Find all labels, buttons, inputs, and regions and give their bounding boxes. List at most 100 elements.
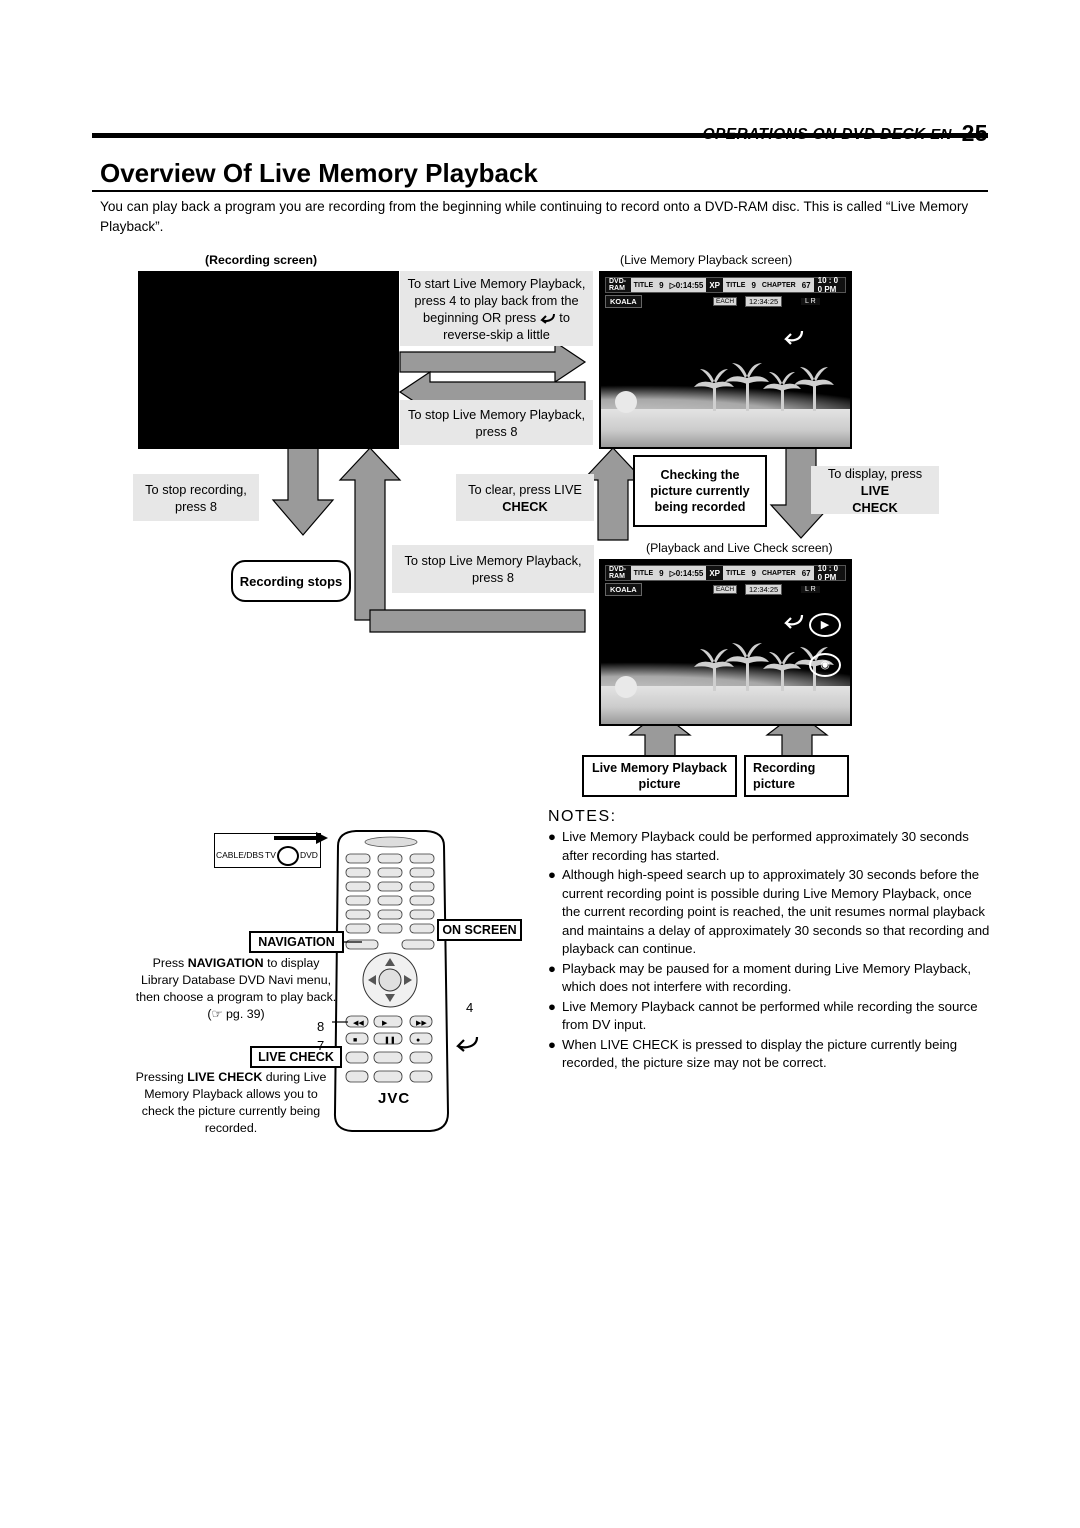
stop-recording-instruction: To stop recording, press 8 (133, 474, 259, 521)
plc-osd-chapter-label: CHAPTER (761, 569, 796, 577)
plc-record-indicator: ◉ (809, 653, 841, 677)
plc-osd-mode: XP (706, 566, 723, 580)
lc-desc-l2: Memory Playback allows you to (144, 1087, 318, 1101)
osd-program-name: KOALA (605, 295, 642, 308)
nav-desc-l3: then choose a program to play back. (135, 990, 337, 1004)
lc-desc-l4: recorded. (204, 1121, 258, 1135)
osd-elapsed-time: ▷ 0:14:55 (669, 280, 704, 290)
to-display-line2: CHECK (852, 499, 898, 515)
checking-line3: being recorded (654, 500, 746, 514)
recording-screen (138, 271, 399, 449)
plc-osd-each: EACH (713, 585, 738, 594)
remote-key-number-7: 7 (317, 1038, 325, 1053)
plc-osd-title2-label: TITLE (725, 569, 746, 577)
selector-label-dvd: DVD (300, 850, 318, 860)
osd-title2-label: TITLE (725, 281, 746, 289)
start-line-3: beginning OR press to (423, 309, 570, 325)
selector-label-cable-dbs: CABLE/DBS (216, 850, 264, 860)
remote-leader-lines (332, 941, 362, 1023)
note-item: ● Although high-speed search up to approx… (548, 867, 990, 956)
lmp-osd-row2: KOALA EACH 12:34:25 L R (605, 294, 846, 309)
start-lmp-instruction: To start Live Memory Playback, press 4 t… (400, 271, 593, 346)
playback-and-live-check-screen: DVD-RAM TITLE 9 ▷ 0:14:55 XP TITLE 9 CHAP… (599, 559, 852, 726)
rec-picture-line2: picture (753, 777, 795, 791)
document-page: OPERATIONS ON DVD DECK EN 25 Overview Of… (0, 0, 1080, 1528)
lmp-picture-line1: Live Memory Playback (591, 761, 728, 775)
recording-picture-caption: Recording picture (744, 755, 849, 797)
plc-play-indicator: ▶ (809, 613, 841, 637)
lmp-osd: DVD-RAM TITLE 9 ▷ 0:14:55 XP TITLE 9 CHAP… (605, 276, 846, 311)
lmp-screen-label: (Live Memory Playback screen) (620, 253, 793, 267)
osd-chapter-number: 67 (801, 280, 811, 290)
playback-livecheck-label: (Playback and Live Check screen) (646, 541, 833, 555)
nav-desc-l4: (☞ pg. 39) (207, 1007, 265, 1021)
osd-chapter-label: CHAPTER (761, 281, 796, 289)
recording-stops-badge: Recording stops (231, 560, 351, 602)
plc-osd-title-label: TITLE (633, 569, 654, 577)
osd-disc-type: DVD-RAM (606, 278, 631, 292)
on-screen-callout-box: ON SCREEN (437, 919, 522, 941)
to-clear-line2: CHECK (502, 498, 548, 514)
plc-osd-program: KOALA (605, 583, 642, 596)
checking-line2: picture currently (650, 484, 750, 498)
rec-picture-line1: Recording (753, 761, 816, 775)
plc-osd-title2-number: 9 (751, 568, 756, 578)
lmp-picture-line2: picture (638, 777, 681, 791)
start-line-2: press 4 to play back from the (414, 292, 579, 308)
osd-clock: 10 : 0 0 PM (813, 276, 845, 294)
plc-osd-title-number: 9 (659, 568, 664, 578)
stop-lmp-1-line2: press 8 (475, 423, 518, 439)
stop-lmp-2-line2: press 8 (472, 570, 514, 585)
start-line-4: reverse-skip a little (443, 326, 550, 342)
plc-osd-clock: 10 : 0 0 PM (813, 564, 845, 582)
note-item: ● Playback may be paused for a moment dur… (548, 960, 972, 995)
stop-lmp-2-line1: To stop Live Memory Playback, (404, 553, 582, 568)
title-rule (92, 190, 988, 192)
start-line-1: To start Live Memory Playback, (407, 275, 586, 291)
lmp-osd-row1: DVD-RAM TITLE 9 ▷ 0:14:55 XP TITLE 9 CHAP… (605, 276, 846, 294)
stop-lmp-instruction-1: To stop Live Memory Playback, press 8 (400, 400, 593, 445)
notes-list: ● Live Memory Playback could be performed… (548, 828, 990, 1073)
osd-title-number: 9 (659, 280, 664, 290)
stop-recording-line2: press 8 (175, 498, 217, 514)
plc-osd-elapsed: ▷ 0:14:55 (669, 568, 704, 578)
svg-text:JVC: JVC (378, 1090, 410, 1107)
to-display-line1: To display, press LIVE (827, 465, 923, 498)
to-clear-instruction: To clear, press To clear, press LIVELIVE… (456, 474, 594, 521)
note-item: ● Live Memory Playback cannot be performe… (548, 998, 978, 1033)
plc-osd-row1: DVD-RAM TITLE 9 ▷ 0:14:55 XP TITLE 9 CHAP… (605, 564, 846, 582)
osd-record-mode: XP (706, 278, 723, 292)
stop-lmp-instruction-2: To stop Live Memory Playback, press 8 (392, 545, 594, 593)
navigation-label: NAVIGATION (258, 935, 335, 949)
nav-desc-l1: Press NAVIGATION to display (152, 956, 320, 970)
osd-each-label: EACH (713, 297, 738, 306)
plc-reverse-icon (784, 614, 804, 629)
live-memory-playback-screen: DVD-RAM TITLE 9 ▷ 0:14:55 XP TITLE 9 CHAP… (599, 271, 852, 449)
plc-osd: DVD-RAM TITLE 9 ▷ 0:14:55 XP TITLE 9 CHAP… (605, 564, 846, 599)
plc-osd-row2: KOALA EACH 12:34:25 L R (605, 582, 846, 597)
recording-screen-label: (Recording screen) (205, 253, 318, 267)
to-clear-line1: To clear, press To clear, press LIVELIVE (468, 481, 582, 497)
page-title: Overview Of Live Memory Playback (100, 158, 538, 188)
plc-osd-lr: L R (801, 586, 820, 593)
stop-lmp-1-line1: To stop Live Memory Playback, (407, 406, 586, 422)
intro-paragraph: You can play back a program you are reco… (100, 199, 969, 234)
checking-line1: Checking the (660, 468, 740, 482)
reverse-skip-icon (540, 313, 555, 324)
note-item: ● When LIVE CHECK is pressed to display t… (548, 1036, 958, 1071)
navigation-description: Press NAVIGATION to display Library Data… (128, 955, 344, 1023)
osd-title-label: TITLE (633, 281, 654, 289)
selector-label-tv: TV (265, 850, 276, 860)
lc-desc-l1: Pressing LIVE CHECK during Live (135, 1070, 327, 1084)
lmp-reverse-icon (784, 330, 804, 345)
plc-osd-remain: 12:34:25 (745, 584, 783, 595)
recording-stops-label: Recording stops (239, 573, 343, 589)
stop-recording-line1: To stop recording, (145, 481, 247, 497)
note-item: ● Live Memory Playback could be performed… (548, 829, 969, 863)
selector-knob[interactable] (277, 846, 299, 866)
to-display-instruction: To display, press LIVE CHECK (811, 465, 939, 515)
header-rule (92, 133, 988, 138)
osd-title2-number: 9 (751, 280, 756, 290)
nav-desc-l2: Library Database DVD Navi menu, (140, 973, 332, 987)
lc-desc-l3: check the picture currently being (141, 1104, 321, 1118)
